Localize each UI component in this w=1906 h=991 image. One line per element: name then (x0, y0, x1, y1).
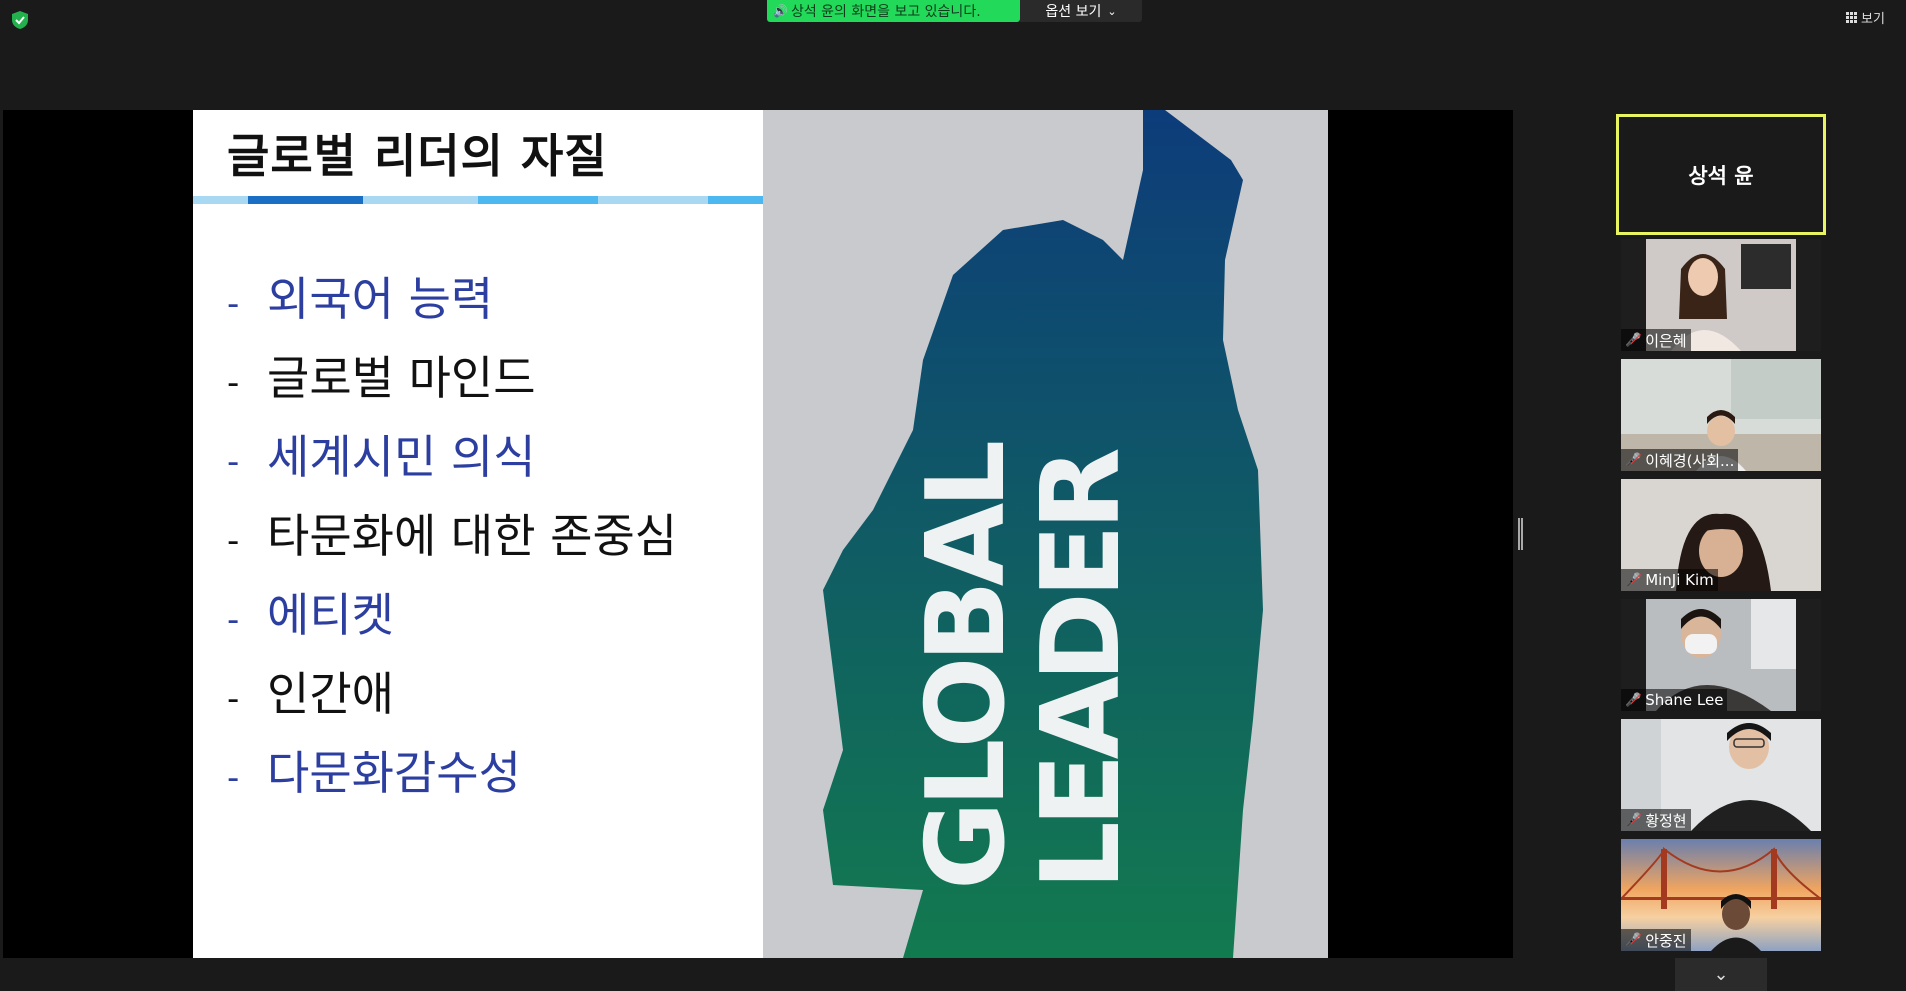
screen-share-banner-text: 상석 윤의 화면을 보고 있습니다. (790, 4, 981, 20)
participant-tile[interactable]: 🎤̸ 이혜경(사회... (1621, 359, 1821, 471)
participant-name-label: 🎤̸ 이혜경(사회... (1621, 449, 1739, 471)
participant-tile[interactable]: 🎤̸ 황정현 (1621, 719, 1821, 831)
chevron-down-icon: ⌄ (1713, 964, 1729, 985)
bullet-list: - 외국어 능력 - 글로벌 마인드 - 세계시민 의식 - 타문화에 대한 존중심 -… (227, 260, 677, 813)
grid-view-icon (1846, 11, 1857, 23)
muted-mic-icon: 🎤̸ (1625, 332, 1642, 348)
view-layout-button[interactable]: 보기 (1846, 6, 1902, 28)
bullet-item: - 인간애 (227, 667, 394, 721)
muted-mic-icon: 🎤̸ (1625, 812, 1642, 828)
security-shield-icon[interactable] (10, 10, 30, 30)
slide-title: 글로벌 리더의 자질 (227, 129, 608, 183)
view-options-button[interactable]: 옵션 보기 ⌄ (1020, 0, 1142, 22)
participant-tile[interactable]: 🎤̸ 이은혜 (1621, 239, 1821, 351)
silhouette-graphic: GLOBAL LEADER (823, 110, 1263, 958)
screen-share-banner: 🔊 상석 윤의 화면을 보고 있습니다. (767, 0, 1020, 22)
participant-name-label: 🎤̸ MinJi Kim (1621, 569, 1718, 591)
bullet-item: - 세계시민 의식 (227, 430, 536, 484)
participant-tile[interactable]: 🎤̸ MinJi Kim (1621, 479, 1821, 591)
bullet-text: 세계시민 의식 (267, 430, 536, 484)
image-text-leader: LEADER (1019, 449, 1144, 890)
active-speaker-name: 상석 윤 (1688, 163, 1754, 188)
participant-tile[interactable]: 🎤̸ 안중진 (1621, 839, 1821, 951)
bullet-item: - 에티켓 (227, 588, 394, 642)
bullet-item: - 타문화에 대한 존중심 (227, 509, 678, 563)
speaker-icon: 🔊 (773, 4, 788, 18)
bullet-item: - 외국어 능력 (227, 272, 494, 326)
muted-mic-icon: 🎤̸ (1625, 452, 1642, 468)
chevron-down-icon: ⌄ (1107, 4, 1117, 18)
participant-name-label: 🎤̸ 이은혜 (1621, 329, 1691, 351)
bullet-item: - 다문화감수성 (227, 746, 521, 800)
slide-text-panel: 글로벌 리더의 자질 - 외국어 능력 - 글로벌 마인드 - 세계시민 의식 - 타문… (193, 110, 763, 958)
muted-mic-icon: 🎤̸ (1625, 932, 1642, 948)
panel-resize-handle[interactable] (1518, 518, 1523, 550)
scroll-participants-down-button[interactable]: ⌄ (1675, 958, 1767, 991)
title-underline-bar (193, 196, 763, 204)
participant-name-label: 🎤̸ 황정현 (1621, 809, 1691, 831)
bullet-text: 인간애 (267, 667, 394, 721)
bullet-text: 타문화에 대한 존중심 (267, 509, 678, 563)
bullet-text: 외국어 능력 (267, 272, 494, 326)
presentation-slide: 글로벌 리더의 자질 - 외국어 능력 - 글로벌 마인드 - 세계시민 의식 - 타문… (193, 110, 1328, 958)
muted-mic-icon: 🎤̸ (1625, 572, 1642, 588)
participant-name-label: 🎤̸ Shane Lee (1621, 689, 1728, 711)
bullet-text: 다문화감수성 (267, 746, 521, 800)
meeting-top-bar: 🔊 상석 윤의 화면을 보고 있습니다. 옵션 보기 ⌄ 보기 (0, 0, 1906, 110)
participant-tile[interactable]: 🎤̸ Shane Lee (1621, 599, 1821, 711)
bullet-text: 글로벌 마인드 (267, 351, 536, 405)
global-leader-image: GLOBAL LEADER (763, 110, 1328, 958)
bullet-text: 에티켓 (267, 588, 394, 642)
participant-name-label: 🎤̸ 안중진 (1621, 929, 1691, 951)
image-text-global: GLOBAL (904, 443, 1029, 890)
muted-mic-icon: 🎤̸ (1625, 692, 1642, 708)
bullet-item: - 글로벌 마인드 (227, 351, 536, 405)
shared-screen: 글로벌 리더의 자질 - 외국어 능력 - 글로벌 마인드 - 세계시민 의식 - 타문… (3, 110, 1513, 958)
active-speaker-tile[interactable]: 상석 윤 (1616, 114, 1826, 235)
view-options-label: 옵션 보기 (1045, 4, 1102, 20)
view-layout-label: 보기 (1861, 11, 1885, 27)
